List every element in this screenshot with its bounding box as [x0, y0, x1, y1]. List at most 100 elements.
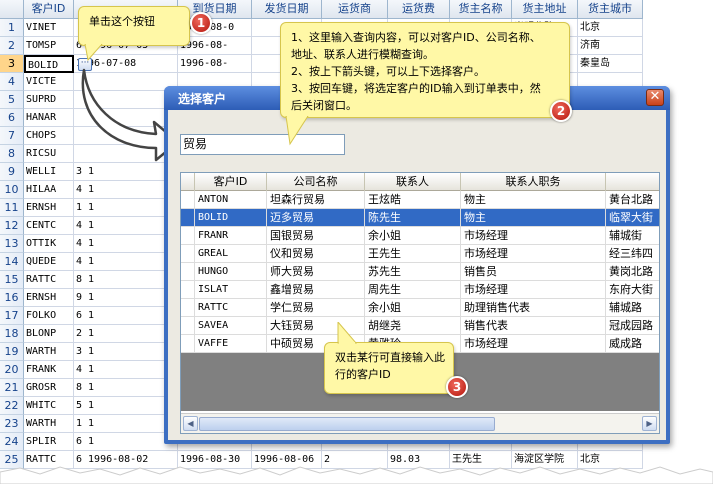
sheet-cell[interactable]: 3 1 [74, 163, 178, 181]
grid-row[interactable]: RATTC 学仁贸易 余小姐 助理销售代表 辅城路 [181, 299, 659, 317]
row-number[interactable]: 22 [0, 397, 24, 415]
grid-cell[interactable]: 市场经理 [461, 227, 606, 245]
grid-row-header[interactable] [181, 317, 195, 335]
horizontal-scrollbar[interactable]: ◀ ▶ [181, 413, 659, 433]
grid-cell[interactable]: 物主 [461, 209, 606, 227]
grid-cell[interactable]: 临翠大街 [606, 209, 659, 227]
row-number[interactable]: 2 [0, 37, 24, 55]
row-number[interactable]: 6 [0, 109, 24, 127]
row-number[interactable]: 18 [0, 325, 24, 343]
row-number[interactable]: 3 [0, 55, 24, 73]
grid-cell[interactable]: 余小姐 [365, 227, 461, 245]
grid-cell[interactable]: 辅城街 [606, 227, 659, 245]
grid-column-header[interactable] [606, 173, 659, 191]
row-number[interactable]: 14 [0, 253, 24, 271]
scrollbar-thumb[interactable] [199, 417, 495, 431]
header-corner[interactable] [0, 0, 24, 19]
grid-cell[interactable]: GREAL [195, 245, 267, 263]
row-number[interactable]: 5 [0, 91, 24, 109]
sheet-cell[interactable]: WHITC [24, 397, 74, 415]
sheet-cell[interactable]: 秦皇岛 [578, 55, 643, 73]
grid-column-header[interactable]: 联系人职务 [461, 173, 606, 191]
row-number[interactable]: 13 [0, 235, 24, 253]
grid-row[interactable]: ISLAT 鑫增贸易 周先生 市场经理 东府大街 [181, 281, 659, 299]
grid-cell[interactable]: 师大贸易 [267, 263, 365, 281]
sheet-cell[interactable]: WARTH [24, 415, 74, 433]
row-number[interactable]: 12 [0, 217, 24, 235]
sheet-cell[interactable]: 3 1 [74, 343, 178, 361]
grid-cell[interactable]: 王先生 [365, 245, 461, 263]
grid-cell[interactable]: 辅城路 [606, 299, 659, 317]
sheet-cell[interactable]: OTTIK [24, 235, 74, 253]
grid-cell[interactable]: 经三纬四 [606, 245, 659, 263]
sheet-cell[interactable]: 5 1 [74, 397, 178, 415]
sheet-cell[interactable]: CHOPS [24, 127, 74, 145]
row-number[interactable]: 9 [0, 163, 24, 181]
sheet-cell[interactable]: 8 1 [74, 271, 178, 289]
grid-row[interactable]: GREAL 仪和贸易 王先生 市场经理 经三纬四 [181, 245, 659, 263]
sheet-cell[interactable]: 4 1 [74, 181, 178, 199]
sheet-cell[interactable]: TOMSP [24, 37, 74, 55]
sheet-cell[interactable]: 6 1 [74, 433, 178, 451]
grid-cell[interactable]: VAFFE [195, 335, 267, 353]
grid-cell[interactable]: RATTC [195, 299, 267, 317]
grid-cell[interactable]: ANTON [195, 191, 267, 209]
close-icon[interactable]: ✕ [646, 89, 664, 106]
grid-cell[interactable]: 鑫增贸易 [267, 281, 365, 299]
row-number[interactable]: 17 [0, 307, 24, 325]
row-number[interactable]: 23 [0, 415, 24, 433]
column-header[interactable]: 货主城市 [578, 0, 643, 19]
sheet-cell[interactable]: VINET [24, 19, 74, 37]
sheet-cell[interactable]: SUPRD [24, 91, 74, 109]
grid-row-header[interactable] [181, 281, 195, 299]
scroll-left-icon[interactable]: ◀ [183, 416, 198, 431]
grid-cell[interactable]: 市场经理 [461, 245, 606, 263]
sheet-cell[interactable]: ERNSH [24, 289, 74, 307]
scroll-right-icon[interactable]: ▶ [642, 416, 657, 431]
sheet-cell[interactable]: 4 1 [74, 253, 178, 271]
search-input[interactable]: 贸易 [180, 134, 345, 155]
grid-cell[interactable]: 东府大街 [606, 281, 659, 299]
column-header[interactable]: 货主地址 [512, 0, 578, 19]
sheet-cell[interactable]: HILAA [24, 181, 74, 199]
grid-cell[interactable]: 销售员 [461, 263, 606, 281]
sheet-cell[interactable]: 北京 [578, 19, 643, 37]
grid-cell[interactable]: BOLID [195, 209, 267, 227]
row-number[interactable]: 21 [0, 379, 24, 397]
grid-cell[interactable]: 助理销售代表 [461, 299, 606, 317]
row-number[interactable]: 4 [0, 73, 24, 91]
grid-cell[interactable]: 威成路 [606, 335, 659, 353]
grid-cell[interactable]: 仪和贸易 [267, 245, 365, 263]
grid-cell[interactable]: 陈先生 [365, 209, 461, 227]
grid-cell[interactable]: 市场经理 [461, 281, 606, 299]
sheet-cell[interactable]: 4 1 [74, 361, 178, 379]
grid-cell[interactable]: HUNGO [195, 263, 267, 281]
sheet-cell[interactable]: 9 1 [74, 289, 178, 307]
grid-row-header[interactable] [181, 299, 195, 317]
sheet-cell[interactable]: BOLID [24, 55, 74, 73]
sheet-cell[interactable]: CENTC [24, 217, 74, 235]
sheet-cell[interactable]: WARTH [24, 343, 74, 361]
sheet-cell[interactable]: FOLKO [24, 307, 74, 325]
grid-row[interactable]: FRANR 国银贸易 余小姐 市场经理 辅城街 [181, 227, 659, 245]
column-header[interactable]: 运货费 [388, 0, 450, 19]
sheet-cell[interactable]: 4 1 [74, 217, 178, 235]
grid-cell[interactable]: ISLAT [195, 281, 267, 299]
grid-row-header[interactable] [181, 263, 195, 281]
grid-row[interactable]: BOLID 迈多贸易 陈先生 物主 临翠大街 [181, 209, 659, 227]
sheet-cell[interactable]: 4 1 [74, 235, 178, 253]
row-number[interactable]: 11 [0, 199, 24, 217]
grid-row[interactable]: HUNGO 师大贸易 苏先生 销售员 黄岗北路 [181, 263, 659, 281]
column-header[interactable]: 运货商 [322, 0, 388, 19]
grid-row-header[interactable] [181, 227, 195, 245]
sheet-cell[interactable]: 8 1 [74, 379, 178, 397]
grid-cell[interactable]: 国银贸易 [267, 227, 365, 245]
column-header[interactable]: 货主名称 [450, 0, 512, 19]
row-number[interactable]: 16 [0, 289, 24, 307]
sheet-cell[interactable]: 6 1 [74, 307, 178, 325]
sheet-cell[interactable]: GROSR [24, 379, 74, 397]
row-number[interactable]: 24 [0, 433, 24, 451]
sheet-cell[interactable]: BLONP [24, 325, 74, 343]
grid-cell[interactable]: 市场经理 [461, 335, 606, 353]
row-number[interactable]: 20 [0, 361, 24, 379]
